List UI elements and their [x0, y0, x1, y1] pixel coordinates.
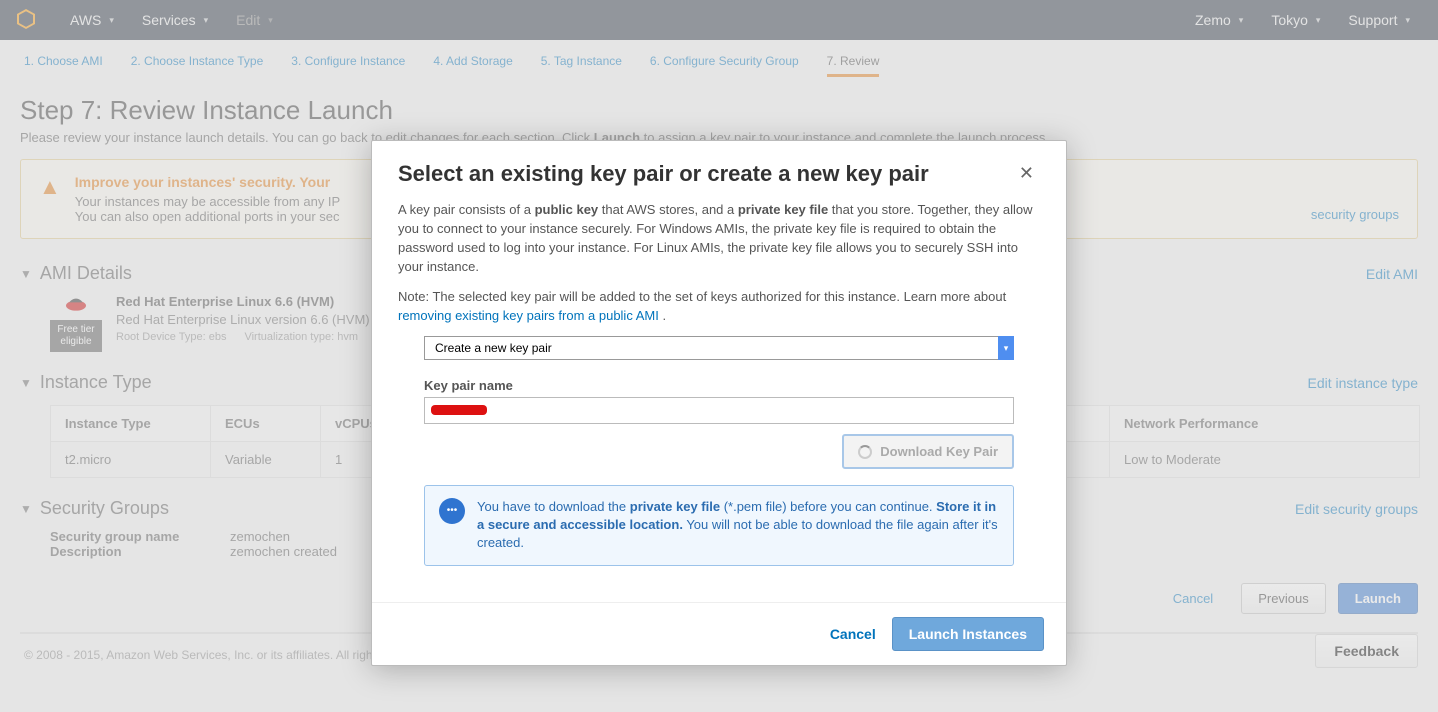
key-pair-mode-select[interactable]: Create a new key pair	[424, 336, 1014, 360]
modal-paragraph-1: A key pair consists of a public key that…	[398, 201, 1040, 276]
download-key-pair-button[interactable]: Download Key Pair	[842, 434, 1014, 469]
remove-key-pairs-link[interactable]: removing existing key pairs from a publi…	[398, 308, 659, 323]
key-pair-modal: Select an existing key pair or create a …	[371, 140, 1067, 666]
info-box: ••• You have to download the private key…	[424, 485, 1014, 566]
spinner-icon	[858, 445, 872, 459]
info-icon: •••	[439, 498, 465, 524]
modal-title: Select an existing key pair or create a …	[398, 161, 929, 187]
modal-cancel-button[interactable]: Cancel	[830, 626, 876, 642]
close-icon[interactable]: ✕	[1013, 161, 1040, 186]
redacted-value	[431, 405, 487, 415]
modal-paragraph-2: Note: The selected key pair will be adde…	[398, 288, 1040, 326]
key-pair-name-label: Key pair name	[424, 378, 1014, 393]
launch-instances-button[interactable]: Launch Instances	[892, 617, 1044, 651]
key-pair-name-input[interactable]	[424, 397, 1014, 424]
